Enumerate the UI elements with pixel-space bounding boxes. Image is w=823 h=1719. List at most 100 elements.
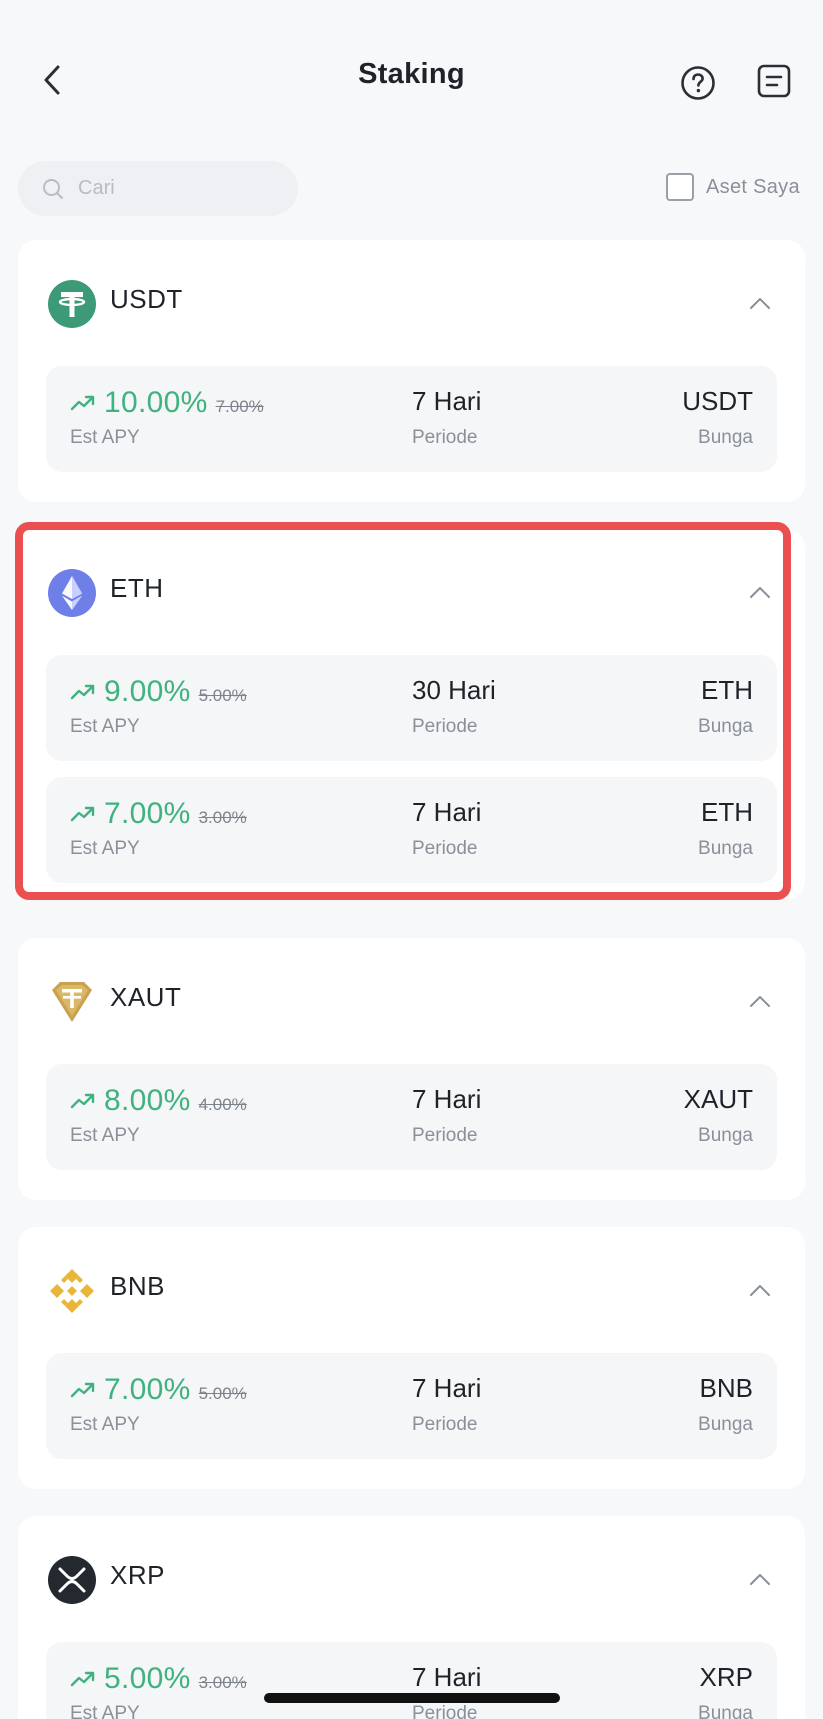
period-label: Periode	[412, 838, 478, 859]
period-value: 7 Hari	[412, 1084, 482, 1114]
apy-row: 10.00% 7.00%	[70, 386, 264, 420]
collapse-toggle[interactable]	[745, 1275, 775, 1305]
document-list-icon	[757, 64, 791, 98]
apy-row: 9.00% 5.00%	[70, 675, 247, 709]
coin-card-xaut: XAUT 8.00% 4.00% Est APY 7 Hari Periode …	[18, 938, 805, 1200]
staking-product-row[interactable]: 9.00% 5.00% Est APY 30 Hari Periode ETH …	[46, 655, 777, 761]
collapse-toggle[interactable]	[745, 577, 775, 607]
search-box[interactable]	[18, 161, 298, 216]
period-label: Periode	[412, 1703, 478, 1719]
chevron-up-icon	[750, 996, 770, 1007]
coin-name: XAUT	[110, 982, 182, 1012]
apy-old-value: 7.00%	[215, 397, 264, 416]
coin-name: BNB	[110, 1271, 165, 1301]
tether-icon	[48, 280, 96, 328]
interest-label: Bunga	[698, 1703, 753, 1719]
chevron-up-icon	[750, 1574, 770, 1585]
interest-value: XRP	[699, 1662, 753, 1692]
collapse-toggle[interactable]	[745, 288, 775, 318]
help-button[interactable]	[677, 62, 719, 104]
apy-row: 7.00% 3.00%	[70, 797, 247, 831]
trending-up-icon	[70, 1671, 95, 1687]
collapse-toggle[interactable]	[745, 986, 775, 1016]
coin-card-bnb: BNB 7.00% 5.00% Est APY 7 Hari Periode B…	[18, 1227, 805, 1489]
period-value: 7 Hari	[412, 1662, 482, 1692]
apy-value: 7.00%	[104, 1373, 191, 1406]
coin-name: ETH	[110, 573, 164, 603]
interest-label: Bunga	[698, 427, 753, 448]
period-value: 7 Hari	[412, 797, 482, 827]
apy-old-value: 5.00%	[198, 1384, 247, 1403]
trending-up-icon	[70, 1093, 95, 1109]
apy-value: 8.00%	[104, 1084, 191, 1117]
coin-name: XRP	[110, 1560, 165, 1590]
coin-card-header[interactable]: BNB	[18, 1227, 805, 1353]
apy-row: 5.00% 3.00%	[70, 1662, 247, 1696]
my-assets-checkbox[interactable]	[666, 173, 694, 201]
chevron-up-icon	[750, 1285, 770, 1296]
staking-product-row[interactable]: 7.00% 5.00% Est APY 7 Hari Periode BNB B…	[46, 1353, 777, 1459]
period-value: 7 Hari	[412, 1373, 482, 1403]
coin-card-header[interactable]: USDT	[18, 240, 805, 366]
apy-label: Est APY	[70, 1414, 140, 1435]
chevron-up-icon	[750, 587, 770, 598]
apy-row: 7.00% 5.00%	[70, 1373, 247, 1407]
interest-label: Bunga	[698, 1414, 753, 1435]
interest-value: USDT	[682, 386, 753, 416]
coin-card-header[interactable]: XRP	[18, 1516, 805, 1642]
coin-card-header[interactable]: ETH	[18, 529, 805, 655]
interest-value: ETH	[701, 797, 753, 827]
period-label: Periode	[412, 1125, 478, 1146]
apy-old-value: 3.00%	[198, 808, 247, 827]
apy-old-value: 4.00%	[198, 1095, 247, 1114]
interest-value: BNB	[699, 1373, 753, 1403]
staking-product-row[interactable]: 5.00% 3.00% Est APY 7 Hari Periode XRP B…	[46, 1642, 777, 1719]
apy-old-value: 3.00%	[198, 1673, 247, 1692]
period-label: Periode	[412, 1414, 478, 1435]
interest-label: Bunga	[698, 1125, 753, 1146]
collapse-toggle[interactable]	[745, 1564, 775, 1594]
bnb-icon	[50, 1269, 94, 1313]
interest-value: ETH	[701, 675, 753, 705]
period-label: Periode	[412, 716, 478, 737]
trending-up-icon	[70, 1382, 95, 1398]
apy-value: 5.00%	[104, 1662, 191, 1695]
coin-card-xrp: XRP 5.00% 3.00% Est APY 7 Hari Periode X…	[18, 1516, 805, 1719]
coin-name: USDT	[110, 284, 183, 314]
xrp-icon	[48, 1556, 96, 1604]
interest-label: Bunga	[698, 838, 753, 859]
apy-label: Est APY	[70, 716, 140, 737]
coin-card-usdt: USDT 10.00% 7.00% Est APY 7 Hari Periode…	[18, 240, 805, 502]
period-value: 7 Hari	[412, 386, 482, 416]
apy-row: 8.00% 4.00%	[70, 1084, 247, 1118]
apy-label: Est APY	[70, 427, 140, 448]
apy-value: 7.00%	[104, 797, 191, 830]
apy-old-value: 5.00%	[198, 686, 247, 705]
my-assets-filter[interactable]: Aset Saya	[666, 173, 800, 201]
home-indicator	[264, 1693, 560, 1703]
coin-card-eth: ETH 9.00% 5.00% Est APY 30 Hari Periode …	[18, 529, 805, 899]
interest-value: XAUT	[683, 1084, 753, 1114]
records-button[interactable]	[753, 60, 795, 102]
chevron-up-icon	[750, 298, 770, 309]
trending-up-icon	[70, 395, 95, 411]
search-icon	[43, 178, 63, 199]
apy-value: 10.00%	[104, 386, 208, 419]
ethereum-icon	[48, 569, 96, 617]
coin-card-header[interactable]: XAUT	[18, 938, 805, 1064]
apy-label: Est APY	[70, 838, 140, 859]
search-input[interactable]	[78, 177, 278, 200]
staking-product-row[interactable]: 7.00% 3.00% Est APY 7 Hari Periode ETH B…	[46, 777, 777, 883]
my-assets-label: Aset Saya	[706, 175, 800, 198]
interest-label: Bunga	[698, 716, 753, 737]
trending-up-icon	[70, 806, 95, 822]
trending-up-icon	[70, 684, 95, 700]
apy-value: 9.00%	[104, 675, 191, 708]
top-bar: Staking	[0, 0, 823, 160]
period-label: Periode	[412, 427, 478, 448]
period-value: 30 Hari	[412, 675, 496, 705]
staking-product-row[interactable]: 8.00% 4.00% Est APY 7 Hari Periode XAUT …	[46, 1064, 777, 1170]
staking-product-row[interactable]: 10.00% 7.00% Est APY 7 Hari Periode USDT…	[46, 366, 777, 472]
tether-gold-icon	[52, 982, 92, 1022]
question-circle-icon	[681, 66, 715, 100]
